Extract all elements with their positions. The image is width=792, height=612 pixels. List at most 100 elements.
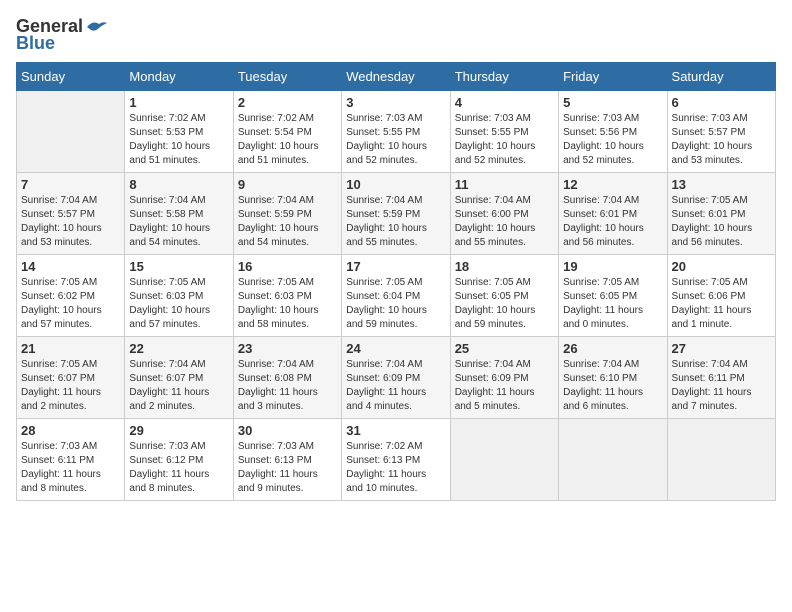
day-number: 16 bbox=[238, 259, 337, 274]
day-number: 31 bbox=[346, 423, 445, 438]
day-number: 18 bbox=[455, 259, 554, 274]
day-info: Sunrise: 7:04 AM Sunset: 6:09 PM Dayligh… bbox=[455, 358, 554, 414]
day-number: 1 bbox=[129, 95, 228, 110]
calendar-cell: 24 Sunrise: 7:04 AM Sunset: 6:09 PM Dayli… bbox=[342, 337, 450, 419]
day-number: 4 bbox=[455, 95, 554, 110]
day-info: Sunrise: 7:03 AM Sunset: 5:55 PM Dayligh… bbox=[455, 112, 554, 168]
day-header-friday: Friday bbox=[559, 63, 667, 91]
day-info: Sunrise: 7:04 AM Sunset: 5:58 PM Dayligh… bbox=[129, 194, 228, 250]
calendar-cell: 30 Sunrise: 7:03 AM Sunset: 6:13 PM Dayli… bbox=[233, 419, 341, 501]
day-info: Sunrise: 7:05 AM Sunset: 6:01 PM Dayligh… bbox=[672, 194, 771, 250]
calendar-cell: 11 Sunrise: 7:04 AM Sunset: 6:00 PM Dayli… bbox=[450, 173, 558, 255]
day-info: Sunrise: 7:03 AM Sunset: 5:55 PM Dayligh… bbox=[346, 112, 445, 168]
day-number: 27 bbox=[672, 341, 771, 356]
calendar-cell: 19 Sunrise: 7:05 AM Sunset: 6:05 PM Dayli… bbox=[559, 255, 667, 337]
calendar-cell: 9 Sunrise: 7:04 AM Sunset: 5:59 PM Daylig… bbox=[233, 173, 341, 255]
day-info: Sunrise: 7:04 AM Sunset: 6:09 PM Dayligh… bbox=[346, 358, 445, 414]
calendar-cell: 13 Sunrise: 7:05 AM Sunset: 6:01 PM Dayli… bbox=[667, 173, 775, 255]
calendar-cell: 4 Sunrise: 7:03 AM Sunset: 5:55 PM Daylig… bbox=[450, 91, 558, 173]
calendar-cell: 7 Sunrise: 7:04 AM Sunset: 5:57 PM Daylig… bbox=[17, 173, 125, 255]
calendar-cell bbox=[450, 419, 558, 501]
day-number: 19 bbox=[563, 259, 662, 274]
day-header-sunday: Sunday bbox=[17, 63, 125, 91]
day-number: 21 bbox=[21, 341, 120, 356]
day-info: Sunrise: 7:02 AM Sunset: 5:53 PM Dayligh… bbox=[129, 112, 228, 168]
day-info: Sunrise: 7:05 AM Sunset: 6:02 PM Dayligh… bbox=[21, 276, 120, 332]
day-header-thursday: Thursday bbox=[450, 63, 558, 91]
day-info: Sunrise: 7:05 AM Sunset: 6:05 PM Dayligh… bbox=[563, 276, 662, 332]
day-info: Sunrise: 7:05 AM Sunset: 6:06 PM Dayligh… bbox=[672, 276, 771, 332]
calendar-cell bbox=[559, 419, 667, 501]
calendar-cell: 17 Sunrise: 7:05 AM Sunset: 6:04 PM Dayli… bbox=[342, 255, 450, 337]
day-number: 20 bbox=[672, 259, 771, 274]
calendar-cell: 31 Sunrise: 7:02 AM Sunset: 6:13 PM Dayli… bbox=[342, 419, 450, 501]
day-info: Sunrise: 7:04 AM Sunset: 5:59 PM Dayligh… bbox=[238, 194, 337, 250]
day-header-wednesday: Wednesday bbox=[342, 63, 450, 91]
calendar-cell: 3 Sunrise: 7:03 AM Sunset: 5:55 PM Daylig… bbox=[342, 91, 450, 173]
day-number: 7 bbox=[21, 177, 120, 192]
day-header-tuesday: Tuesday bbox=[233, 63, 341, 91]
day-number: 22 bbox=[129, 341, 228, 356]
calendar-cell: 16 Sunrise: 7:05 AM Sunset: 6:03 PM Dayli… bbox=[233, 255, 341, 337]
logo-bird-icon bbox=[85, 18, 107, 36]
day-info: Sunrise: 7:04 AM Sunset: 6:11 PM Dayligh… bbox=[672, 358, 771, 414]
day-number: 14 bbox=[21, 259, 120, 274]
calendar-cell: 12 Sunrise: 7:04 AM Sunset: 6:01 PM Dayli… bbox=[559, 173, 667, 255]
day-info: Sunrise: 7:03 AM Sunset: 6:13 PM Dayligh… bbox=[238, 440, 337, 496]
calendar-cell: 5 Sunrise: 7:03 AM Sunset: 5:56 PM Daylig… bbox=[559, 91, 667, 173]
day-number: 10 bbox=[346, 177, 445, 192]
calendar-cell: 14 Sunrise: 7:05 AM Sunset: 6:02 PM Dayli… bbox=[17, 255, 125, 337]
day-number: 26 bbox=[563, 341, 662, 356]
day-number: 30 bbox=[238, 423, 337, 438]
day-info: Sunrise: 7:03 AM Sunset: 5:56 PM Dayligh… bbox=[563, 112, 662, 168]
day-header-monday: Monday bbox=[125, 63, 233, 91]
day-header-saturday: Saturday bbox=[667, 63, 775, 91]
day-number: 24 bbox=[346, 341, 445, 356]
day-number: 25 bbox=[455, 341, 554, 356]
day-number: 29 bbox=[129, 423, 228, 438]
day-number: 23 bbox=[238, 341, 337, 356]
day-info: Sunrise: 7:05 AM Sunset: 6:07 PM Dayligh… bbox=[21, 358, 120, 414]
day-info: Sunrise: 7:03 AM Sunset: 5:57 PM Dayligh… bbox=[672, 112, 771, 168]
day-number: 12 bbox=[563, 177, 662, 192]
day-number: 15 bbox=[129, 259, 228, 274]
day-info: Sunrise: 7:05 AM Sunset: 6:03 PM Dayligh… bbox=[129, 276, 228, 332]
day-number: 13 bbox=[672, 177, 771, 192]
day-number: 28 bbox=[21, 423, 120, 438]
calendar-cell: 23 Sunrise: 7:04 AM Sunset: 6:08 PM Dayli… bbox=[233, 337, 341, 419]
day-info: Sunrise: 7:04 AM Sunset: 6:08 PM Dayligh… bbox=[238, 358, 337, 414]
day-number: 8 bbox=[129, 177, 228, 192]
calendar-cell: 28 Sunrise: 7:03 AM Sunset: 6:11 PM Dayli… bbox=[17, 419, 125, 501]
calendar-cell: 1 Sunrise: 7:02 AM Sunset: 5:53 PM Daylig… bbox=[125, 91, 233, 173]
day-number: 5 bbox=[563, 95, 662, 110]
day-info: Sunrise: 7:04 AM Sunset: 6:00 PM Dayligh… bbox=[455, 194, 554, 250]
calendar-cell: 26 Sunrise: 7:04 AM Sunset: 6:10 PM Dayli… bbox=[559, 337, 667, 419]
day-info: Sunrise: 7:03 AM Sunset: 6:11 PM Dayligh… bbox=[21, 440, 120, 496]
calendar-cell: 6 Sunrise: 7:03 AM Sunset: 5:57 PM Daylig… bbox=[667, 91, 775, 173]
day-number: 9 bbox=[238, 177, 337, 192]
day-number: 11 bbox=[455, 177, 554, 192]
day-info: Sunrise: 7:04 AM Sunset: 5:59 PM Dayligh… bbox=[346, 194, 445, 250]
calendar-cell bbox=[17, 91, 125, 173]
calendar-cell: 15 Sunrise: 7:05 AM Sunset: 6:03 PM Dayli… bbox=[125, 255, 233, 337]
day-info: Sunrise: 7:02 AM Sunset: 6:13 PM Dayligh… bbox=[346, 440, 445, 496]
calendar-cell: 8 Sunrise: 7:04 AM Sunset: 5:58 PM Daylig… bbox=[125, 173, 233, 255]
day-info: Sunrise: 7:04 AM Sunset: 6:01 PM Dayligh… bbox=[563, 194, 662, 250]
day-number: 17 bbox=[346, 259, 445, 274]
calendar-cell: 22 Sunrise: 7:04 AM Sunset: 6:07 PM Dayli… bbox=[125, 337, 233, 419]
calendar-cell: 25 Sunrise: 7:04 AM Sunset: 6:09 PM Dayli… bbox=[450, 337, 558, 419]
calendar-cell: 18 Sunrise: 7:05 AM Sunset: 6:05 PM Dayli… bbox=[450, 255, 558, 337]
calendar-cell: 21 Sunrise: 7:05 AM Sunset: 6:07 PM Dayli… bbox=[17, 337, 125, 419]
day-info: Sunrise: 7:05 AM Sunset: 6:05 PM Dayligh… bbox=[455, 276, 554, 332]
day-info: Sunrise: 7:03 AM Sunset: 6:12 PM Dayligh… bbox=[129, 440, 228, 496]
day-number: 2 bbox=[238, 95, 337, 110]
day-number: 3 bbox=[346, 95, 445, 110]
day-info: Sunrise: 7:04 AM Sunset: 5:57 PM Dayligh… bbox=[21, 194, 120, 250]
day-info: Sunrise: 7:04 AM Sunset: 6:10 PM Dayligh… bbox=[563, 358, 662, 414]
day-info: Sunrise: 7:02 AM Sunset: 5:54 PM Dayligh… bbox=[238, 112, 337, 168]
day-info: Sunrise: 7:05 AM Sunset: 6:03 PM Dayligh… bbox=[238, 276, 337, 332]
calendar-cell: 29 Sunrise: 7:03 AM Sunset: 6:12 PM Dayli… bbox=[125, 419, 233, 501]
day-number: 6 bbox=[672, 95, 771, 110]
day-info: Sunrise: 7:05 AM Sunset: 6:04 PM Dayligh… bbox=[346, 276, 445, 332]
day-info: Sunrise: 7:04 AM Sunset: 6:07 PM Dayligh… bbox=[129, 358, 228, 414]
